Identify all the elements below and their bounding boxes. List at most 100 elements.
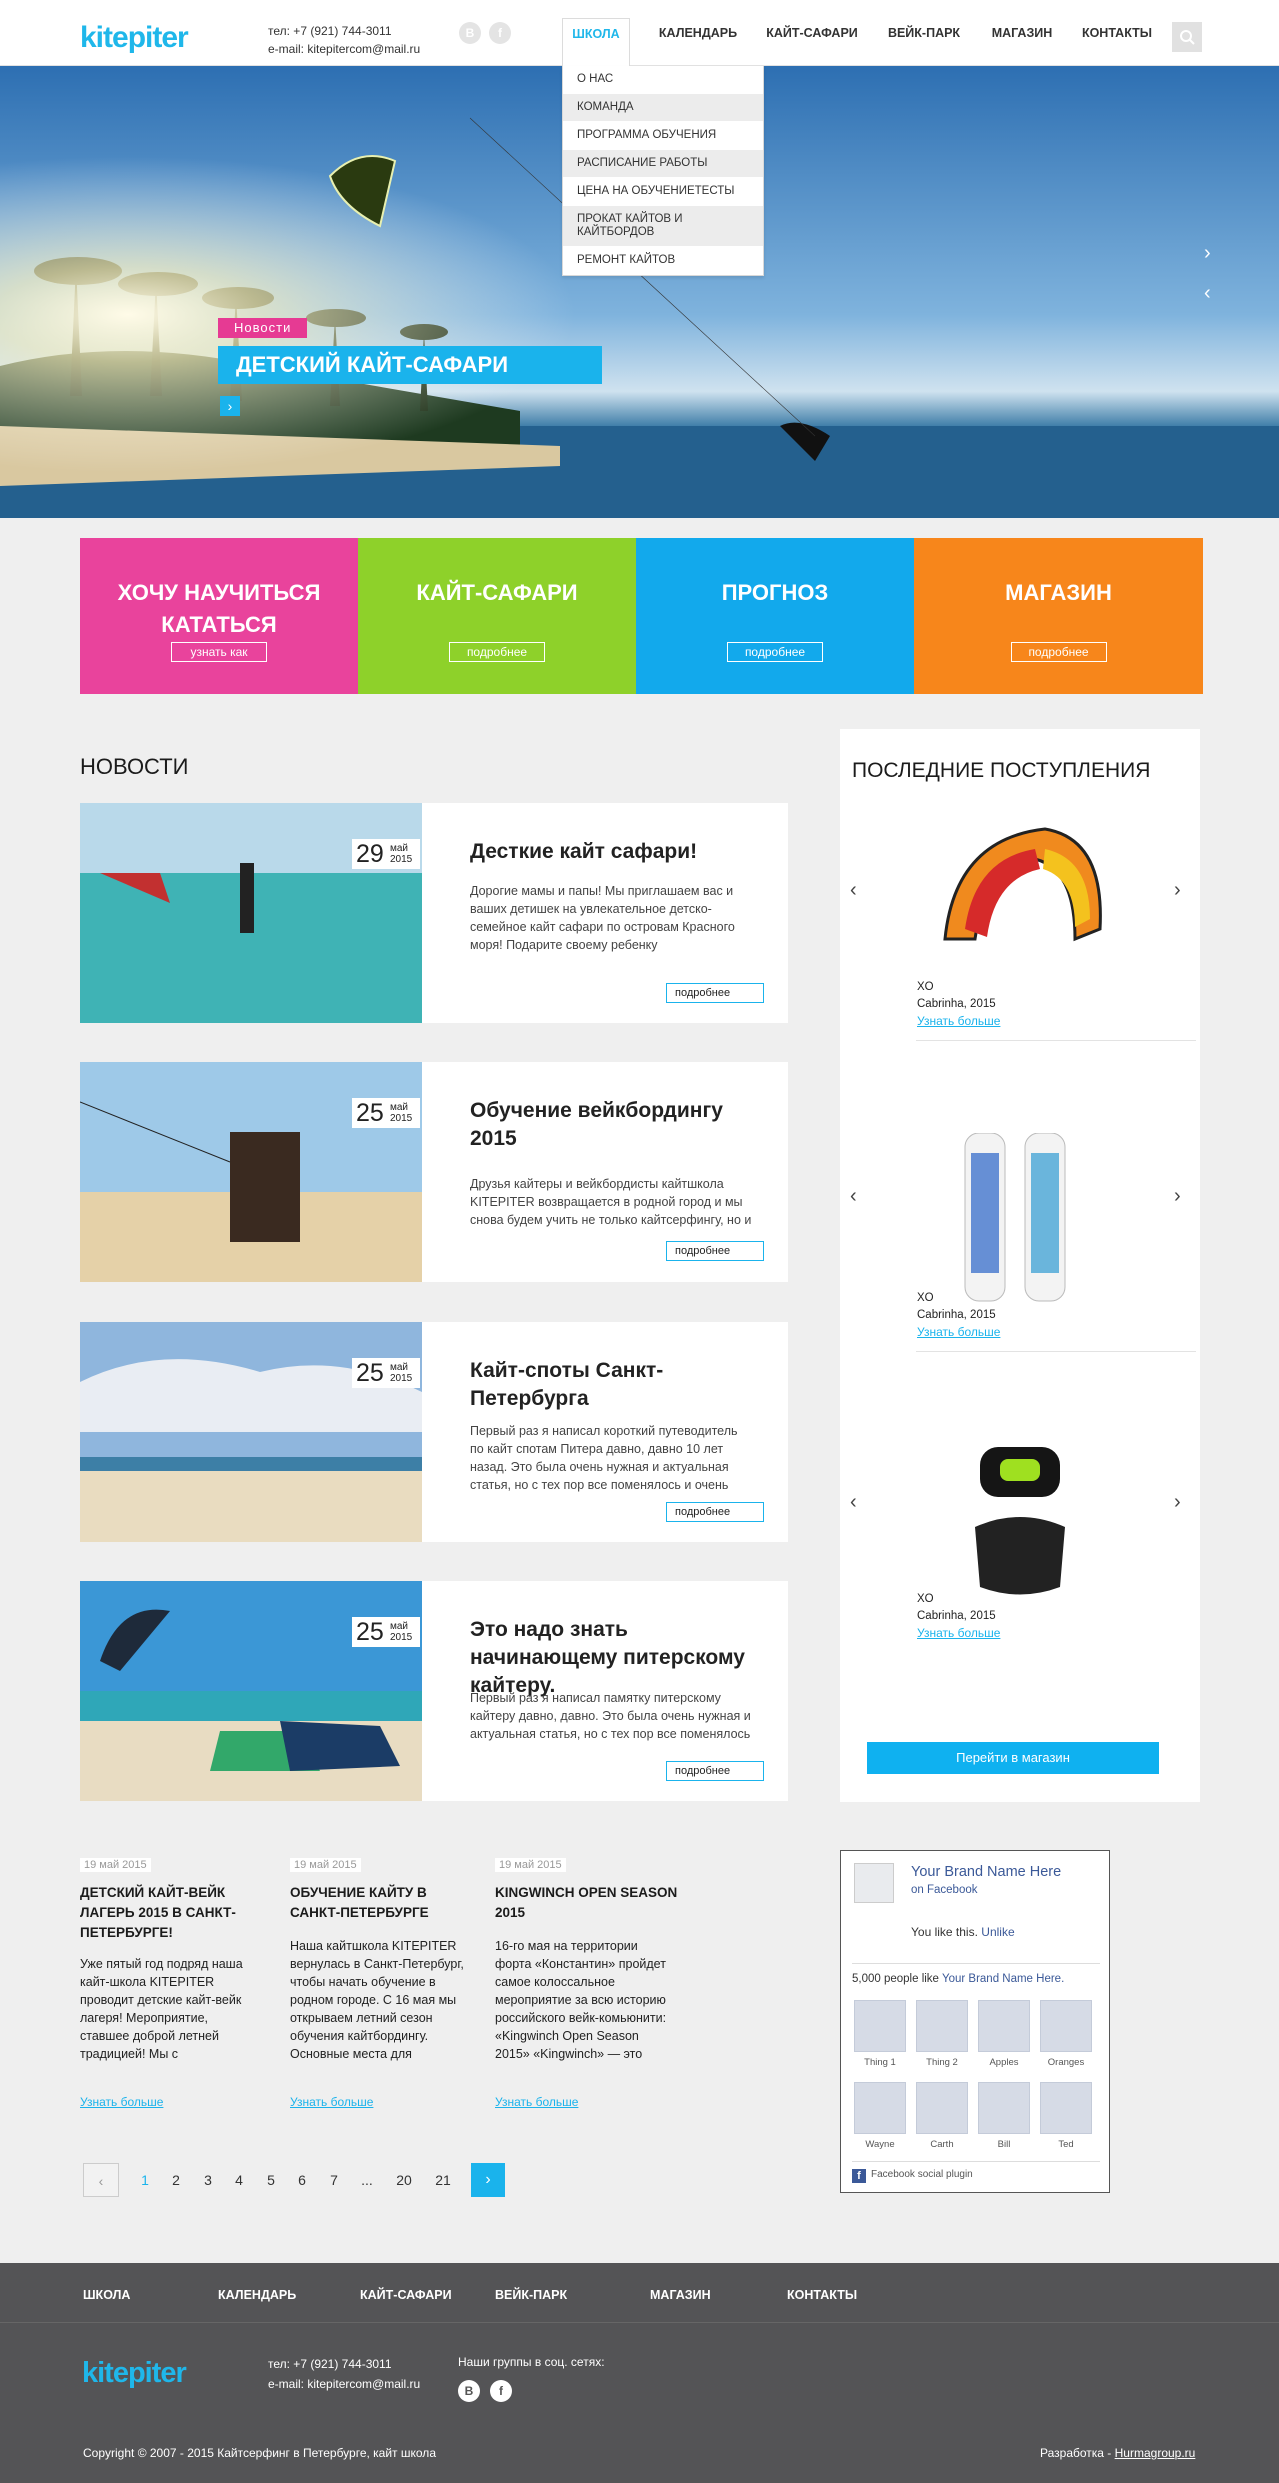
nav-school[interactable]: Школа [562, 18, 630, 67]
footer-nav-wake-park[interactable]: Вейк-парк [495, 2288, 567, 2302]
tile-button[interactable]: подробнее [1010, 642, 1107, 662]
footer-nav-kite-safari[interactable]: Кайт-сафари [360, 2288, 452, 2302]
pager-page[interactable]: 1 [135, 2163, 155, 2197]
menu-item-team[interactable]: Команда [563, 94, 763, 122]
short-news-link[interactable]: Узнать больше [290, 2095, 373, 2109]
fan-name[interactable]: Ted [1040, 2139, 1092, 2150]
chevron-left-icon[interactable]: ‹ [850, 1185, 857, 1208]
fan-name[interactable]: Thing 1 [854, 2057, 906, 2068]
nav-wake-park[interactable]: Вейк-парк [878, 18, 970, 66]
menu-item-prices[interactable]: Цена на обучениетесты [563, 178, 763, 206]
chevron-left-icon[interactable]: ‹ [850, 879, 857, 902]
pager-page[interactable]: 3 [198, 2163, 218, 2197]
nav-calendar[interactable]: Календарь [650, 18, 746, 66]
hero-prev-icon[interactable]: ‹ [1204, 282, 1211, 305]
chevron-left-icon[interactable]: ‹ [850, 1491, 857, 1514]
fan-name[interactable]: Wayne [854, 2139, 906, 2150]
menu-item-about[interactable]: О нас [563, 66, 763, 94]
product-more-link[interactable]: Узнать больше [917, 1325, 1000, 1339]
hero-arrow-button[interactable]: › [220, 396, 240, 416]
fan-name[interactable]: Apples [978, 2057, 1030, 2068]
pager-page[interactable]: 5 [261, 2163, 281, 2197]
fan-avatar[interactable] [1040, 2082, 1092, 2134]
facebook-page-name[interactable]: Your Brand Name Here [911, 1863, 1061, 1881]
short-news-title[interactable]: Детский кайт-вейк лагерь 2015 в Санкт-Пе… [80, 1883, 260, 1943]
facebook-count-brand[interactable]: Your Brand Name Here. [942, 1973, 1064, 1985]
news-more-button[interactable]: подробнее [666, 1761, 764, 1781]
menu-item-schedule[interactable]: Расписание работы [563, 150, 763, 178]
news-more-button[interactable]: подробнее [666, 1502, 764, 1522]
fan-name[interactable]: Carth [916, 2139, 968, 2150]
footer-logo[interactable]: kitepiter [82, 2350, 242, 2394]
chevron-right-icon[interactable]: › [1174, 879, 1181, 902]
pager-prev-button[interactable]: ‹ [83, 2163, 119, 2197]
nav-kite-safari[interactable]: Кайт-сафари [760, 18, 864, 66]
menu-item-repair[interactable]: Ремонт кайтов [563, 247, 763, 275]
pager-page[interactable]: 21 [430, 2163, 456, 2197]
news-more-button[interactable]: подробнее [666, 983, 764, 1003]
header-email[interactable]: e-mail: kitepitercom@mail.ru [268, 40, 420, 58]
pager-next-button[interactable]: › [471, 2163, 505, 2197]
fan-avatar[interactable] [854, 2000, 906, 2052]
tile-button[interactable]: узнать как [171, 642, 267, 662]
footer-nav-calendar[interactable]: Календарь [218, 2288, 296, 2302]
footer-email[interactable]: e-mail: kitepitercom@mail.ru [268, 2374, 420, 2394]
pager-page[interactable]: 2 [166, 2163, 186, 2197]
facebook-icon[interactable]: f [489, 22, 511, 44]
product-more-link[interactable]: Узнать больше [917, 1014, 1000, 1028]
pager-page[interactable]: 4 [229, 2163, 249, 2197]
fan-avatar[interactable] [916, 2000, 968, 2052]
tile-kite-safari[interactable]: Кайт-сафари подробнее [358, 538, 636, 694]
facebook-page-avatar[interactable] [854, 1863, 894, 1903]
news-image[interactable] [80, 1322, 422, 1542]
facebook-plugin-label[interactable]: Facebook social plugin [871, 2169, 973, 2180]
facebook-icon[interactable]: f [490, 2380, 512, 2402]
tile-button[interactable]: подробнее [449, 642, 545, 662]
short-news-link[interactable]: Узнать больше [495, 2095, 578, 2109]
nav-shop[interactable]: Магазин [984, 18, 1060, 66]
fan-avatar[interactable] [916, 2082, 968, 2134]
product-more-link[interactable]: Узнать больше [917, 1626, 1000, 1640]
pager-page[interactable]: 20 [391, 2163, 417, 2197]
news-title[interactable]: Десткие кайт сафари! [470, 838, 770, 866]
fan-avatar[interactable] [978, 2000, 1030, 2052]
news-title[interactable]: Это надо знать начинающему питерскому ка… [470, 1616, 770, 1700]
tile-forecast[interactable]: Прогноз подробнее [636, 538, 914, 694]
search-button[interactable] [1172, 22, 1202, 52]
news-title[interactable]: Кайт-споты Санкт-Петербурга [470, 1357, 770, 1413]
menu-item-rental[interactable]: Прокат кайтов и кайтбордов [563, 206, 763, 247]
news-title[interactable]: Обучение вейкбордингу 2015 [470, 1097, 770, 1153]
news-more-button[interactable]: подробнее [666, 1241, 764, 1261]
product-image-kite[interactable] [925, 819, 1115, 969]
vk-icon[interactable]: В [459, 22, 481, 44]
fan-name[interactable]: Thing 2 [916, 2057, 968, 2068]
pager-page[interactable]: 7 [324, 2163, 344, 2197]
short-news-title[interactable]: Обучение кайту в Санкт-Петербурге [290, 1883, 440, 1923]
hero-next-icon[interactable]: › [1204, 242, 1211, 265]
footer-nav-contacts[interactable]: Контакты [787, 2288, 857, 2302]
fan-avatar[interactable] [854, 2082, 906, 2134]
short-news-link[interactable]: Узнать больше [80, 2095, 163, 2109]
footer-dev-link[interactable]: Hurmagroup.ru [1115, 2446, 1196, 2460]
nav-contacts[interactable]: Контакты [1076, 18, 1158, 66]
product-image-harness[interactable] [960, 1437, 1080, 1607]
facebook-page-title[interactable]: Your Brand Name Here on Facebook [911, 1863, 1061, 1899]
fan-name[interactable]: Bill [978, 2139, 1030, 2150]
tile-button[interactable]: подробнее [727, 642, 823, 662]
footer-nav-school[interactable]: Школа [83, 2288, 130, 2302]
facebook-unlike-link[interactable]: Unlike [981, 1925, 1014, 1939]
product-image-boards[interactable] [955, 1133, 1085, 1303]
fan-name[interactable]: Oranges [1040, 2057, 1092, 2068]
tile-shop[interactable]: Магазин подробнее [914, 538, 1203, 694]
go-to-shop-button[interactable]: Перейти в магазин [867, 1742, 1159, 1774]
footer-nav-shop[interactable]: Магазин [650, 2288, 711, 2302]
vk-icon[interactable]: В [458, 2380, 480, 2402]
pager-page[interactable]: 6 [292, 2163, 312, 2197]
site-logo[interactable]: kitepiter [80, 14, 246, 58]
news-image[interactable] [80, 1062, 422, 1282]
hero-title[interactable]: Детский кайт-сафари [218, 346, 602, 384]
fan-avatar[interactable] [978, 2082, 1030, 2134]
short-news-title[interactable]: Kingwinch Open Season 2015 [495, 1883, 685, 1923]
news-image[interactable] [80, 1581, 422, 1801]
news-image[interactable] [80, 803, 422, 1023]
